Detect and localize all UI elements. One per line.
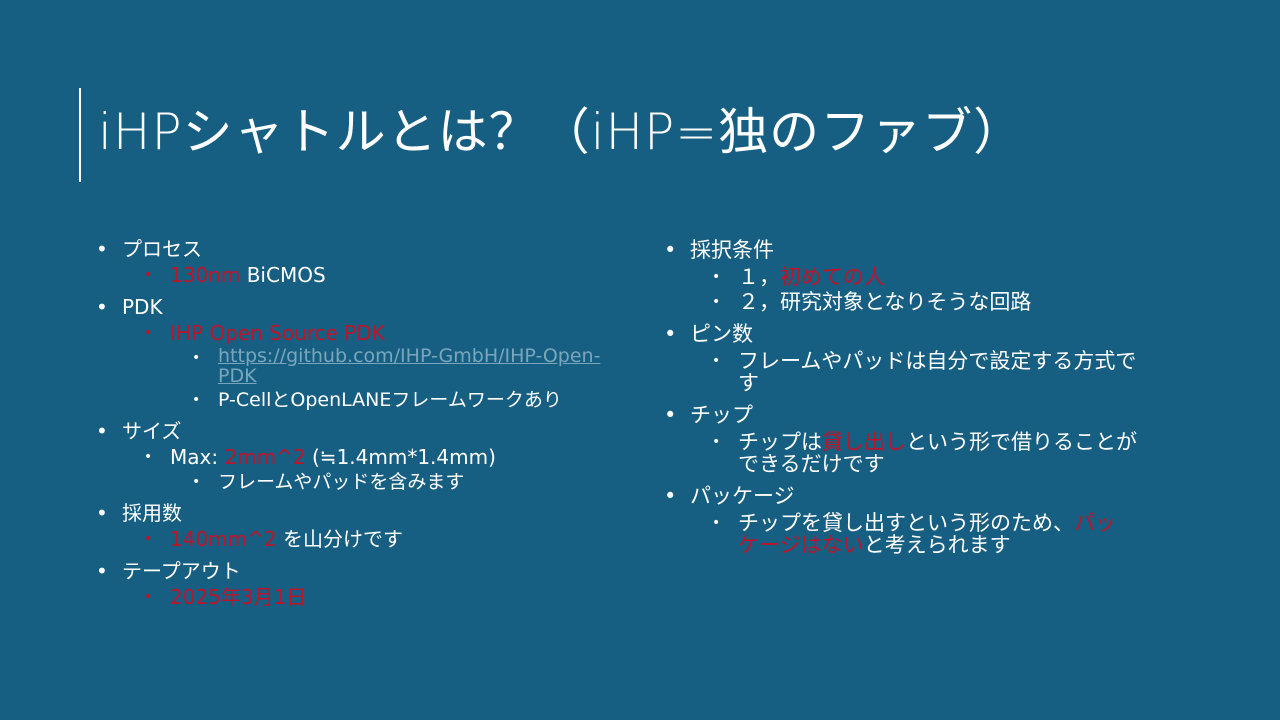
list-item-pins-note: • フレームやパッドは自分で設定する方式です [712, 350, 1184, 394]
criteria-2-text: ２，研究対象となりそうな回路 [738, 290, 1032, 314]
chip-label: チップ [690, 403, 753, 427]
pdk-github-link[interactable]: https://github.com/IHP-GmbH/IHP-Open- PDK [218, 346, 600, 386]
list-item-criteria-2: • ２，研究対象となりそうな回路 [712, 291, 1184, 313]
list-item-package-note: • チップを貸し出すという形のため、パッケージはないと考えられます [712, 512, 1184, 556]
adoption-label: 採用数 [122, 501, 182, 525]
process-type: BiCMOS [240, 263, 326, 287]
pins-label: ピン数 [690, 322, 753, 346]
pdk-label: PDK [122, 295, 163, 319]
left-column: • プロセス • 130nm BiCMOS • PDK • IHP Open S… [96, 236, 626, 610]
pdk-name: IHP Open Source PDK [170, 321, 385, 345]
list-item-process-value: • 130nm BiCMOS [144, 262, 626, 288]
tapeout-date: 2025年3月1日 [170, 585, 307, 609]
list-item-process: • プロセス [96, 236, 626, 262]
tapeout-label: テープアウト [122, 559, 241, 583]
list-item-pdk-name: • IHP Open Source PDK [144, 320, 626, 346]
list-item-package: • パッケージ [664, 483, 1184, 509]
bullet-icon: • [144, 449, 153, 465]
list-item-chip: • チップ [664, 402, 1184, 428]
chip-note-red: 貸し出し [822, 430, 906, 454]
list-item-size-note: • フレームやパッドを含みます [192, 470, 626, 494]
criteria-1-text: 初めての人 [780, 265, 885, 289]
right-bullet-list: • 採択条件 • １，初めての人 • ２，研究対象となりそうな回路 • ピン数 … [664, 237, 1184, 556]
bullet-icon: • [712, 353, 721, 369]
left-bullet-list: • プロセス • 130nm BiCMOS • PDK • IHP Open S… [96, 236, 626, 610]
bullet-icon: • [712, 294, 721, 310]
bullet-icon: • [664, 403, 677, 427]
slide-title: iHPシャトルとは？（iHP=独のファブ） [98, 103, 1025, 161]
bullet-icon: • [96, 501, 108, 525]
package-note-red-1: パッ [1074, 511, 1116, 535]
pdk-link-line2: PDK [218, 365, 257, 387]
adoption-rest: を山分けです [276, 527, 403, 551]
chip-note-line2: できるだけです [738, 452, 885, 476]
bullet-icon: • [712, 515, 721, 531]
process-label: プロセス [122, 237, 202, 261]
bullet-icon: • [664, 484, 677, 508]
pdk-note: P-CellとOpenLANEフレームワークあり [218, 389, 562, 411]
package-label: パッケージ [690, 484, 795, 508]
bullet-icon: • [96, 295, 108, 319]
size-max-prefix: Max: [170, 445, 225, 469]
pdk-link-line1: https://github.com/IHP-GmbH/IHP-Open- [218, 345, 601, 367]
bullet-icon: • [712, 269, 721, 285]
bullet-icon: • [144, 267, 153, 283]
list-item-pdk-link: • https://github.com/IHP-GmbH/IHP-Open- P… [192, 346, 626, 388]
process-node: 130nm [170, 263, 241, 287]
bullet-icon: • [144, 325, 153, 341]
list-item-pdk: • PDK [96, 294, 626, 320]
bullet-icon: • [712, 434, 721, 450]
bullet-icon: • [192, 392, 201, 408]
right-column: • 採択条件 • １，初めての人 • ２，研究対象となりそうな回路 • ピン数 … [664, 237, 1184, 556]
adoption-area: 140mm^2 [170, 527, 277, 551]
pins-note-line1: フレームやパッドは自分で設定する方式で [738, 349, 1137, 373]
list-item-size-max: • Max: 2mm^2 (≒1.4mm*1.4mm) [144, 444, 626, 470]
title-accent-bar [79, 88, 81, 182]
list-item-tapeout: • テープアウト [96, 558, 626, 584]
bullet-icon: • [96, 559, 108, 583]
list-item-adoption: • 採用数 [96, 500, 626, 526]
list-item-size: • サイズ [96, 418, 626, 444]
list-item-criteria-1: • １，初めての人 [712, 266, 1184, 288]
criteria-1-prefix: １， [738, 265, 780, 289]
chip-note-b: という形で借りることが [906, 430, 1137, 454]
bullet-icon: • [192, 350, 201, 366]
list-item-criteria: • 採択条件 [664, 237, 1184, 263]
package-note-b: と考えられます [863, 533, 1011, 557]
bullet-icon: • [96, 237, 108, 261]
bullet-icon: • [192, 474, 201, 490]
size-label: サイズ [122, 419, 182, 443]
bullet-icon: • [144, 589, 153, 605]
bullet-icon: • [664, 238, 677, 262]
criteria-label: 採択条件 [690, 238, 774, 262]
list-item-adoption-value: • 140mm^2 を山分けです [144, 526, 626, 552]
bullet-icon: • [96, 419, 108, 443]
list-item-pdk-note: • P-CellとOpenLANEフレームワークあり [192, 388, 626, 412]
bullet-icon: • [664, 322, 677, 346]
bullet-icon: • [144, 531, 153, 547]
pins-note-line2: す [738, 371, 759, 395]
list-item-tapeout-date: • 2025年3月1日 [144, 584, 626, 610]
chip-note-a: チップは [738, 430, 822, 454]
list-item-pins: • ピン数 [664, 321, 1184, 347]
size-max-dims: (≒1.4mm*1.4mm) [305, 445, 496, 469]
package-note-a: チップを貸し出すという形のため、 [738, 511, 1074, 535]
list-item-chip-note: • チップは貸し出しという形で借りることが できるだけです [712, 431, 1184, 475]
size-note: フレームやパッドを含みます [218, 471, 465, 493]
size-max-area: 2mm^2 [224, 445, 306, 469]
package-note-red-2: ケージはない [738, 533, 864, 557]
